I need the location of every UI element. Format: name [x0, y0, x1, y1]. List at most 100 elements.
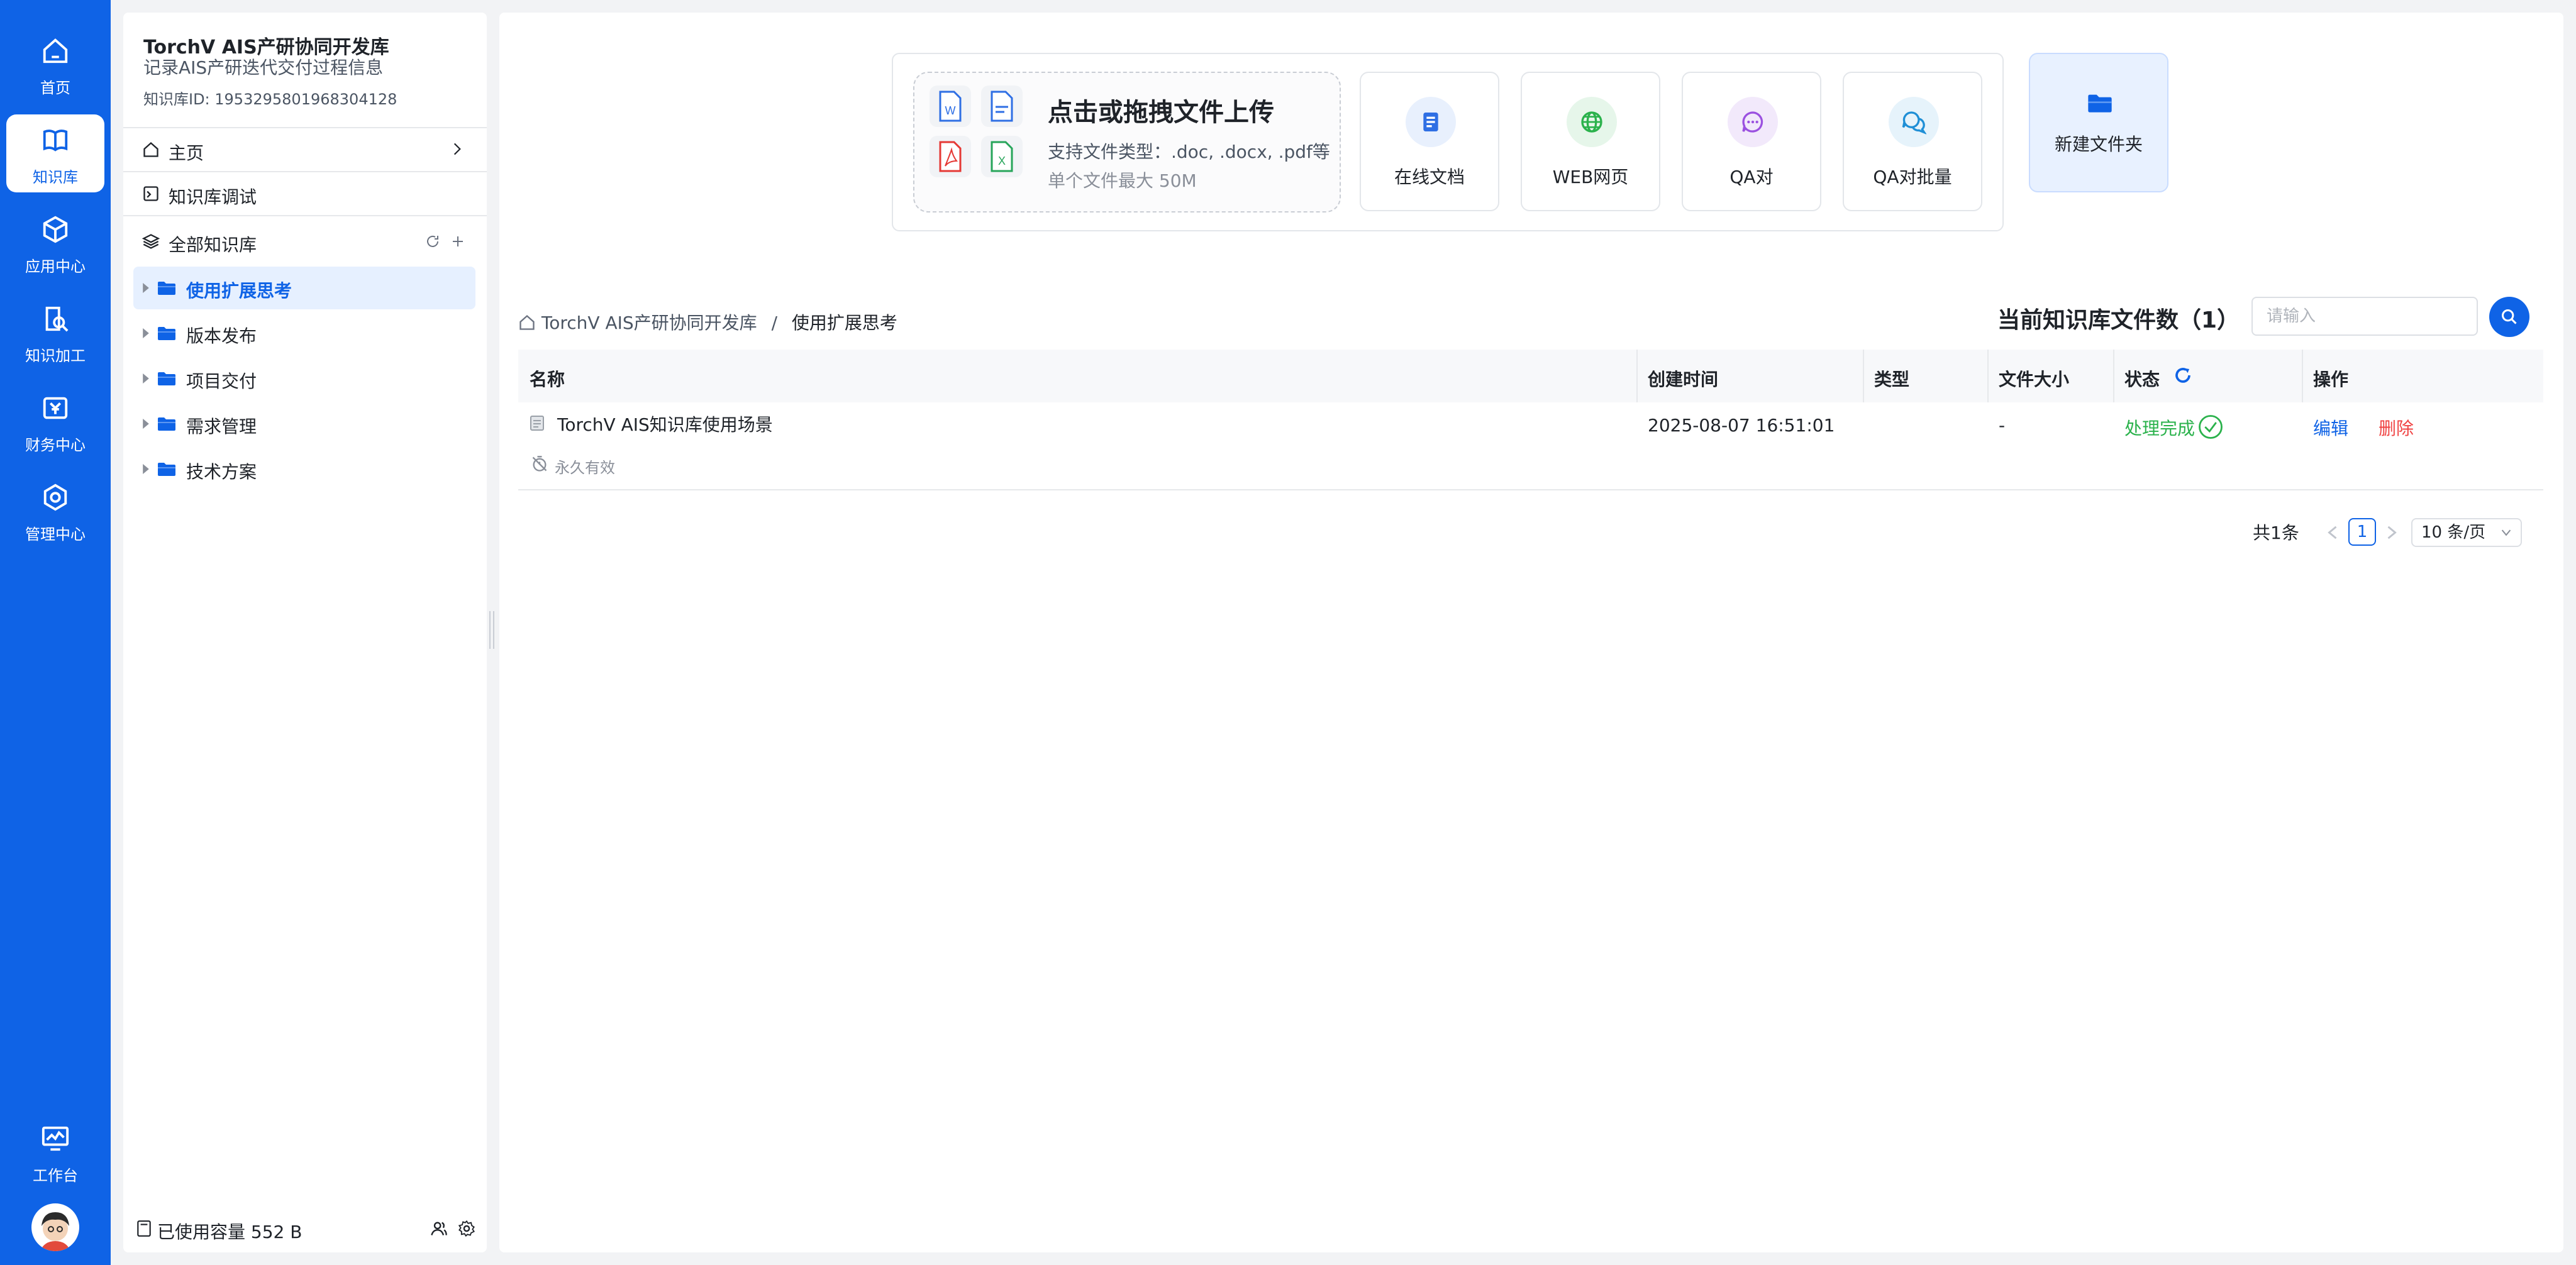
- folder-open-icon: [2088, 94, 2112, 113]
- upload-title: 点击或拖拽文件上传: [1048, 98, 1274, 127]
- column-divider: [1636, 350, 1638, 402]
- prev-page-icon[interactable]: [2326, 524, 2340, 541]
- gear-hex-icon: [43, 483, 67, 511]
- settings-icon[interactable]: [458, 1220, 475, 1237]
- rail-item-workbench[interactable]: 工作台: [6, 1113, 104, 1191]
- chevron-right-icon: [453, 143, 461, 155]
- sidebar-item-label: 知识库调试: [169, 187, 257, 207]
- search-button[interactable]: [2489, 297, 2529, 337]
- cube-icon: [43, 216, 68, 243]
- folder-icon: [158, 282, 175, 295]
- pdf-file-icon: [930, 136, 971, 177]
- users-icon[interactable]: [430, 1220, 448, 1237]
- caret-right-icon: [143, 328, 149, 338]
- home-icon: [519, 314, 535, 330]
- rail-item-label: 应用中心: [25, 258, 86, 275]
- breadcrumb-root[interactable]: TorchV AIS产研协同开发库: [541, 312, 757, 333]
- tree-folder-label: 项目交付: [186, 371, 257, 392]
- column-divider: [2302, 350, 2303, 402]
- web-page-button[interactable]: WEB网页: [1521, 72, 1660, 211]
- tile-label: QA对: [1729, 167, 1774, 187]
- file-name[interactable]: TorchV AIS知识库使用场景: [557, 411, 773, 436]
- tree-folder-item[interactable]: 使用扩展思考: [133, 267, 475, 309]
- tree-folder-item[interactable]: 技术方案: [133, 448, 475, 490]
- column-divider: [1987, 350, 1989, 402]
- column-header-created: 创建时间: [1648, 369, 1719, 390]
- breadcrumb-separator: /: [771, 312, 778, 333]
- left-rail: 首页 知识库 应用中心 知识加工 财务中心 管理中心 工作台: [0, 0, 111, 1265]
- tile-label: QA对批量: [1873, 167, 1952, 187]
- sidebar-item-label: 全部知识库: [169, 235, 257, 255]
- table-row[interactable]: TorchV AIS知识库使用场景 永久有效 2025-08-07 16:51:…: [518, 402, 2543, 490]
- rail-item-label: 管理中心: [25, 526, 86, 543]
- svg-text:X: X: [998, 155, 1006, 167]
- rail-item-home[interactable]: 首页: [6, 25, 104, 103]
- check-circle-icon: [2199, 415, 2223, 439]
- page-number-current[interactable]: 1: [2348, 518, 2376, 546]
- chat-bulk-icon: [1889, 97, 1939, 147]
- page-size-select[interactable]: 10 条/页: [2411, 518, 2522, 547]
- refresh-status-icon[interactable]: [2174, 366, 2192, 385]
- chevron-down-icon: [2501, 529, 2511, 536]
- next-page-icon[interactable]: [2385, 524, 2399, 541]
- tree-folder-item[interactable]: 项目交付: [133, 357, 475, 400]
- tile-label: WEB网页: [1552, 167, 1629, 187]
- sidebar-item-home[interactable]: 主页: [123, 128, 487, 171]
- rail-item-admin-center[interactable]: 管理中心: [6, 472, 104, 550]
- rail-item-knowledge-base[interactable]: 知识库: [6, 114, 104, 192]
- upload-file-types: 支持文件类型：.doc, .docx, .pdf等: [1048, 141, 1330, 162]
- svg-text:W: W: [945, 104, 956, 117]
- column-header-type: 类型: [1874, 369, 1910, 390]
- monitor-icon: [42, 1126, 69, 1151]
- page-size-label: 10 条/页: [2421, 523, 2486, 542]
- delete-link[interactable]: 删除: [2379, 415, 2414, 440]
- folder-icon: [158, 327, 175, 340]
- rail-item-app-center[interactable]: 应用中心: [6, 204, 104, 282]
- rail-item-finance-center[interactable]: 财务中心: [6, 382, 104, 460]
- panel-resize-handle[interactable]: [489, 611, 494, 649]
- kb-description: 记录AIS产研迭代交付过程信息: [143, 57, 384, 78]
- debug-icon: [143, 186, 158, 201]
- sidebar-item-kb-debug[interactable]: 知识库调试: [123, 172, 487, 215]
- new-folder-button[interactable]: 新建文件夹: [2029, 53, 2168, 192]
- tree-folder-label: 技术方案: [186, 461, 257, 482]
- tree-folder-item[interactable]: 版本发布: [133, 312, 475, 355]
- layers-icon: [142, 234, 160, 249]
- online-doc-button[interactable]: 在线文档: [1360, 72, 1499, 211]
- edit-link[interactable]: 编辑: [2313, 415, 2348, 440]
- file-icon: [530, 416, 544, 431]
- caret-right-icon: [143, 373, 149, 384]
- folder-icon: [158, 372, 175, 385]
- timer-off-icon: [532, 456, 547, 472]
- add-icon[interactable]: [450, 234, 465, 249]
- sidebar-item-label: 主页: [169, 143, 204, 163]
- upload-toolbar: W X 点击或拖拽文件上传 支持文件类型：.doc, .docx, .pdf等 …: [892, 53, 2004, 231]
- qa-pair-button[interactable]: QA对: [1682, 72, 1821, 211]
- refresh-icon[interactable]: [425, 234, 440, 249]
- rail-item-knowledge-processing[interactable]: 知识加工: [6, 293, 104, 371]
- search-icon: [2501, 309, 2517, 324]
- qa-batch-button[interactable]: QA对批量: [1843, 72, 1982, 211]
- caret-right-icon: [143, 283, 149, 293]
- column-header-actions: 操作: [2313, 369, 2349, 390]
- tree-folder-item[interactable]: 需求管理: [133, 402, 475, 445]
- book-icon: [43, 130, 68, 152]
- sidebar-item-all-kb[interactable]: 全部知识库: [123, 220, 487, 263]
- storage-icon: [137, 1220, 151, 1237]
- column-divider: [2113, 350, 2114, 402]
- file-dropzone[interactable]: W X 点击或拖拽文件上传 支持文件类型：.doc, .docx, .pdf等 …: [913, 72, 1341, 213]
- file-validity: 永久有效: [555, 459, 615, 477]
- file-count-title: 当前知识库文件数（1）: [1997, 307, 2240, 333]
- avatar-icon: [40, 1212, 70, 1251]
- search-input[interactable]: [2251, 297, 2478, 336]
- breadcrumb-current: 使用扩展思考: [791, 312, 897, 333]
- breadcrumb: TorchV AIS产研协同开发库 / 使用扩展思考: [518, 309, 897, 334]
- file-size: -: [1999, 415, 2006, 436]
- home-icon: [43, 38, 68, 64]
- column-header-size: 文件大小: [1999, 369, 2070, 390]
- column-header-status: 状态: [2124, 369, 2160, 390]
- tree-folder-label: 使用扩展思考: [186, 280, 292, 301]
- edit-doc-icon: [45, 306, 69, 332]
- user-avatar[interactable]: [31, 1203, 79, 1251]
- kb-id: 知识库ID: 1953295801968304128: [143, 91, 397, 108]
